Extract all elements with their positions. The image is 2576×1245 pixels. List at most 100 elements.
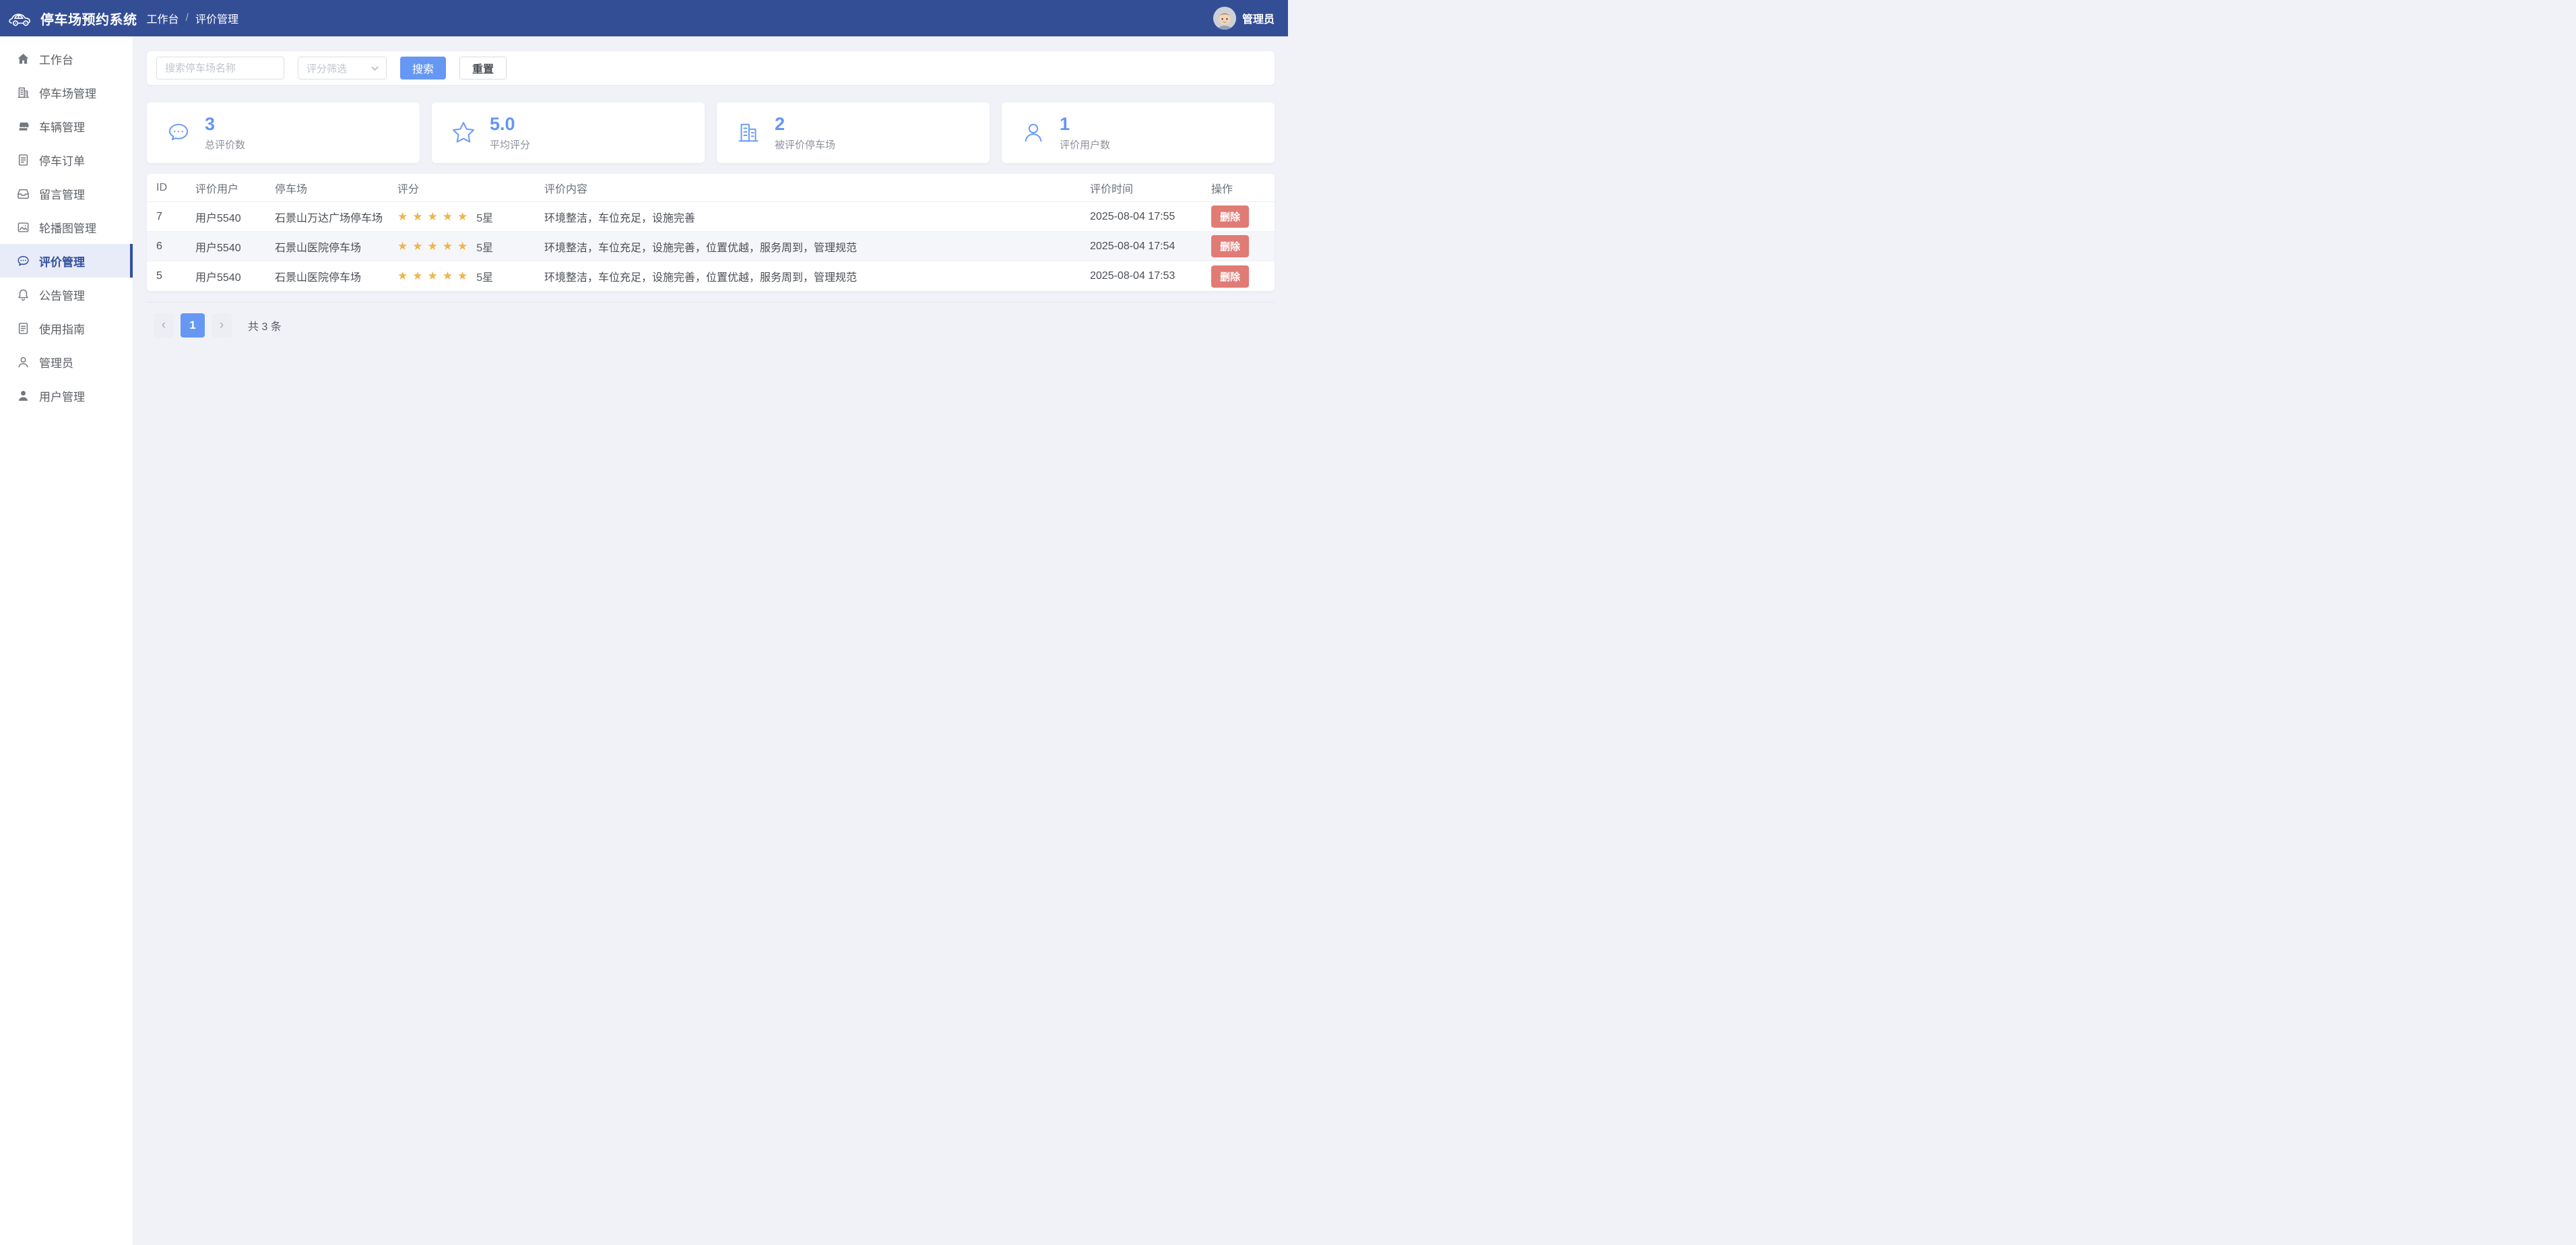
star-icon: ★ bbox=[443, 210, 453, 224]
cell-rating: ★★★★★ 5星 bbox=[397, 268, 544, 284]
cell-time: 2025-08-04 17:54 bbox=[1090, 241, 1211, 253]
sidebar: 工作台 停车场管理 车辆管理 停车订单 留言管理 轮播图管理 评价管理 公告管理… bbox=[0, 36, 133, 1245]
column-header-rating: 评分 bbox=[397, 180, 544, 196]
star-icon bbox=[449, 119, 478, 147]
cell-user: 用户5540 bbox=[195, 238, 275, 255]
sidebar-item-users[interactable]: 用户管理 bbox=[0, 379, 133, 412]
order-document-icon bbox=[16, 153, 30, 167]
search-bar: 评分筛选 搜索 重置 bbox=[147, 51, 1275, 85]
user-area[interactable]: 管理员 bbox=[1213, 7, 1275, 30]
cell-content: 环境整洁，车位充足，设施完善 bbox=[544, 209, 1090, 225]
avatar[interactable] bbox=[1213, 7, 1236, 30]
star-icon: ★ bbox=[397, 210, 408, 224]
stat-card-total-reviews: 3 总评价数 bbox=[147, 102, 420, 163]
sidebar-item-label: 用户管理 bbox=[39, 387, 85, 404]
page-number-button[interactable]: 1 bbox=[181, 313, 205, 338]
cell-id: 6 bbox=[156, 241, 195, 253]
sidebar-item-label: 留言管理 bbox=[39, 185, 85, 202]
star-icon: ★ bbox=[457, 240, 468, 253]
star-icon: ★ bbox=[412, 210, 422, 224]
column-header-user: 评价用户 bbox=[195, 180, 275, 196]
sidebar-item-workbench[interactable]: 工作台 bbox=[0, 42, 133, 75]
stat-label: 总评价数 bbox=[205, 137, 245, 152]
breadcrumb-separator: / bbox=[186, 12, 189, 24]
cell-user: 用户5540 bbox=[195, 209, 275, 225]
cell-id: 7 bbox=[156, 211, 195, 223]
stat-value: 3 bbox=[205, 114, 245, 135]
cell-time: 2025-08-04 17:55 bbox=[1090, 211, 1211, 223]
cell-rating: ★★★★★ 5星 bbox=[397, 209, 544, 225]
column-header-content: 评价内容 bbox=[544, 180, 1090, 196]
star-icon: ★ bbox=[397, 269, 408, 283]
chevron-right-icon: › bbox=[220, 318, 224, 333]
rating-filter-select[interactable]: 评分筛选 bbox=[298, 57, 387, 79]
sidebar-item-messages[interactable]: 留言管理 bbox=[0, 177, 133, 210]
table-row: 7 用户5540 石景山万达广场停车场 ★★★★★ 5星 环境整洁，车位充足，设… bbox=[147, 202, 1275, 232]
reviews-table: ID 评价用户 停车场 评分 评价内容 评价时间 操作 7 用户5540 石景山… bbox=[147, 174, 1275, 291]
sidebar-item-orders[interactable]: 停车订单 bbox=[0, 143, 133, 177]
stat-value: 2 bbox=[775, 114, 835, 135]
rating-filter-placeholder: 评分筛选 bbox=[307, 61, 347, 75]
stat-label: 被评价停车场 bbox=[775, 137, 835, 152]
app-title: 停车场预约系统 bbox=[40, 9, 137, 28]
sidebar-item-label: 停车场管理 bbox=[39, 84, 96, 101]
column-header-id: ID bbox=[156, 182, 195, 194]
delete-button[interactable]: 删除 bbox=[1211, 235, 1249, 257]
star-icon: ★ bbox=[428, 269, 438, 283]
prev-page-button[interactable]: ‹ bbox=[154, 313, 174, 338]
bell-icon bbox=[16, 288, 30, 302]
stat-card-review-users: 1 评价用户数 bbox=[1002, 102, 1275, 163]
total-count-label: 共 3 条 bbox=[248, 317, 282, 333]
stat-cards: 3 总评价数 5.0 平均评分 2 被评价停车场 1 评价用户数 bbox=[147, 102, 1275, 163]
cell-time: 2025-08-04 17:53 bbox=[1090, 270, 1211, 282]
user-name: 管理员 bbox=[1242, 10, 1275, 26]
stat-card-rated-lots: 2 被评价停车场 bbox=[717, 102, 990, 163]
sidebar-item-label: 工作台 bbox=[39, 51, 73, 67]
sidebar-item-label: 停车订单 bbox=[39, 152, 85, 168]
sidebar-item-admins[interactable]: 管理员 bbox=[0, 345, 133, 379]
sidebar-item-guide[interactable]: 使用指南 bbox=[0, 311, 133, 345]
column-header-action: 操作 bbox=[1211, 180, 1265, 196]
star-icon: ★ bbox=[412, 269, 422, 283]
cell-content: 环境整洁，车位充足，设施完善，位置优越，服务周到，管理规范 bbox=[544, 238, 1090, 255]
sidebar-item-label: 评价管理 bbox=[39, 253, 85, 269]
cell-content: 环境整洁，车位充足，设施完善，位置优越，服务周到，管理规范 bbox=[544, 268, 1090, 284]
cell-id: 5 bbox=[156, 270, 195, 282]
star-count-label: 5星 bbox=[476, 268, 493, 284]
sidebar-item-label: 使用指南 bbox=[39, 320, 85, 337]
app-brand: 停车场预约系统 bbox=[8, 9, 137, 28]
breadcrumb-workbench[interactable]: 工作台 bbox=[147, 10, 179, 26]
breadcrumb: 工作台 / 评价管理 bbox=[147, 10, 238, 26]
stat-label: 平均评分 bbox=[490, 137, 530, 152]
star-icon: ★ bbox=[412, 240, 422, 253]
sidebar-item-parking-lots[interactable]: 停车场管理 bbox=[0, 75, 133, 109]
cell-lot: 石景山医院停车场 bbox=[275, 268, 397, 284]
column-header-time: 评价时间 bbox=[1090, 180, 1211, 196]
table-row: 5 用户5540 石景山医院停车场 ★★★★★ 5星 环境整洁，车位充足，设施完… bbox=[147, 261, 1275, 291]
home-icon bbox=[16, 52, 30, 66]
sidebar-item-announcements[interactable]: 公告管理 bbox=[0, 278, 133, 311]
next-page-button[interactable]: › bbox=[212, 313, 232, 338]
message-inbox-icon bbox=[16, 187, 30, 201]
cell-rating: ★★★★★ 5星 bbox=[397, 238, 544, 255]
chevron-left-icon: ‹ bbox=[162, 318, 166, 333]
column-header-lot: 停车场 bbox=[275, 180, 397, 196]
building-icon bbox=[16, 86, 30, 100]
main-content: 评分筛选 搜索 重置 3 总评价数 5.0 平均评分 2 被评价停车场 bbox=[133, 36, 1288, 338]
search-input[interactable] bbox=[156, 57, 284, 79]
sidebar-item-carousel[interactable]: 轮播图管理 bbox=[0, 210, 133, 244]
delete-button[interactable]: 删除 bbox=[1211, 205, 1249, 228]
star-count-label: 5星 bbox=[476, 209, 493, 225]
delete-button[interactable]: 删除 bbox=[1211, 265, 1249, 288]
sidebar-item-vehicles[interactable]: 车辆管理 bbox=[0, 109, 133, 143]
users-icon bbox=[16, 389, 30, 403]
stat-card-average-rating: 5.0 平均评分 bbox=[432, 102, 705, 163]
reset-button[interactable]: 重置 bbox=[459, 57, 507, 79]
search-button[interactable]: 搜索 bbox=[400, 57, 446, 79]
comment-icon bbox=[164, 119, 193, 147]
vehicle-icon bbox=[16, 119, 30, 133]
sidebar-item-reviews[interactable]: 评价管理 bbox=[0, 244, 133, 278]
top-bar: 停车场预约系统 工作台 / 评价管理 管理员 bbox=[0, 0, 1288, 36]
breadcrumb-current: 评价管理 bbox=[195, 10, 238, 26]
star-icon: ★ bbox=[397, 240, 408, 253]
